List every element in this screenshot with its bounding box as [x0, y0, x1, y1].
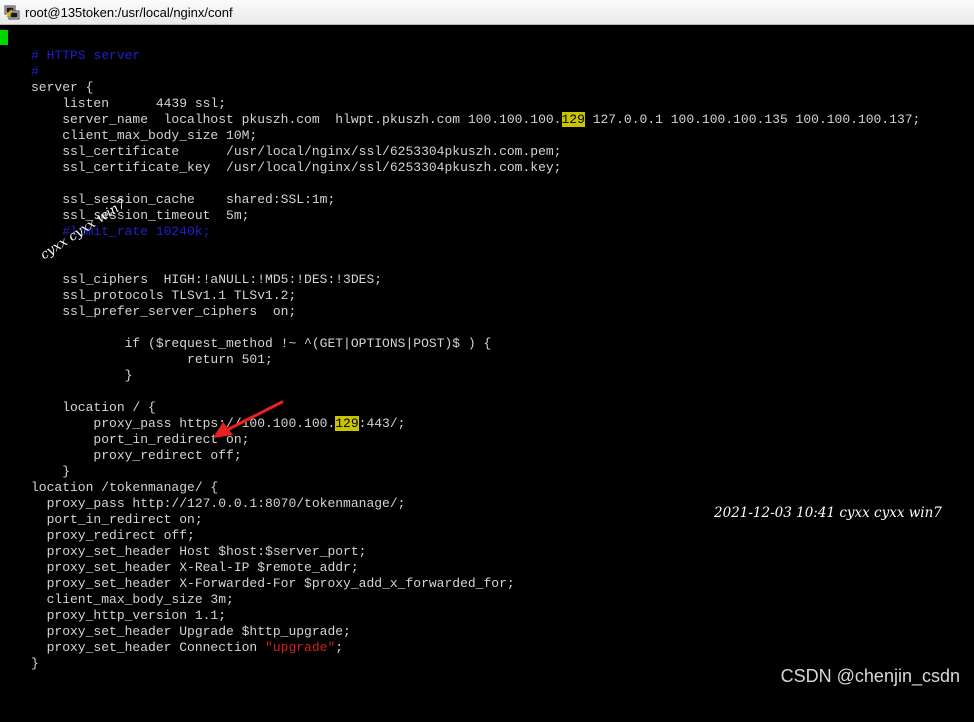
code-segment: server_name localhost pkuszh.com hlwpt.p…	[31, 112, 562, 127]
code-segment: ;	[335, 640, 344, 655]
code-line: location /tokenmanage/ {	[31, 480, 219, 495]
annotation-arrow-icon	[213, 400, 284, 438]
code-line: port_in_redirect on;	[31, 512, 203, 527]
code-line: # HTTPS server	[31, 48, 141, 63]
code-segment: proxy_pass https://100.100.100.	[31, 416, 336, 431]
title-bar[interactable]: root@135token:/usr/local/nginx/conf	[0, 0, 974, 25]
code-line: client_max_body_size 3m;	[31, 592, 234, 607]
code-line: }	[31, 464, 71, 479]
code-line: client_max_body_size 10M;	[31, 128, 258, 143]
terminal-window: root@135token:/usr/local/nginx/conf # HT…	[0, 0, 974, 722]
code-line: if ($request_method !~ ^(GET|OPTIONS|POS…	[31, 336, 492, 351]
code-line: proxy_set_header X-Forwarded-For $proxy_…	[31, 576, 515, 591]
code-line: server {	[31, 80, 94, 95]
code-line: proxy_redirect off;	[31, 448, 242, 463]
code-line: ssl_session_timeout 5m;	[31, 208, 250, 223]
text-cursor	[0, 30, 8, 45]
code-line: }	[31, 368, 133, 383]
code-line: }	[31, 656, 39, 671]
code-line: ssl_certificate /usr/local/nginx/ssl/625…	[31, 144, 562, 159]
string-literal: "upgrade"	[265, 640, 336, 655]
window-title: root@135token:/usr/local/nginx/conf	[25, 4, 233, 20]
code-line: ssl_protocols TLSv1.1 TLSv1.2;	[31, 288, 297, 303]
code-segment: :443/;	[358, 416, 406, 431]
code-segment: 127.0.0.1 100.100.100.135 100.100.100.13…	[584, 112, 921, 127]
code-line: ssl_prefer_server_ciphers on;	[31, 304, 297, 319]
terminal-area[interactable]: # HTTPS server # server { listen 4439 ss…	[0, 25, 974, 722]
code-segment: proxy_set_header Connection	[31, 640, 266, 655]
code-line: proxy_http_version 1.1;	[31, 608, 227, 623]
csdn-watermark: CSDN @chenjin_csdn	[780, 666, 960, 686]
code-line: ssl_session_cache shared:SSL:1m;	[31, 192, 336, 207]
code-line: return 501;	[31, 352, 273, 367]
code-line: ssl_certificate_key /usr/local/nginx/ssl…	[31, 160, 562, 175]
code-line: proxy_set_header Connection "upgrade";	[31, 640, 343, 656]
code-line: #	[31, 64, 39, 79]
highlighted-ip-octet: 129	[561, 112, 585, 127]
code-line: listen 4439 ssl;	[31, 96, 227, 111]
timestamp-watermark: 2021-12-03 10:41 cyxx cyxx win7	[714, 505, 942, 521]
code-line: proxy_set_header X-Real-IP $remote_addr;	[31, 560, 359, 575]
code-line: server_name localhost pkuszh.com hlwpt.p…	[31, 112, 920, 128]
code-line: proxy_redirect off;	[31, 528, 195, 543]
code-line: location / {	[31, 400, 156, 415]
code-line: proxy_pass http://127.0.0.1:8070/tokenma…	[31, 496, 406, 511]
putty-terminal-icon[interactable]	[4, 4, 20, 20]
code-line: ssl_ciphers HIGH:!aNULL:!MD5:!DES:!3DES;	[31, 272, 383, 287]
highlighted-ip-octet: 129	[335, 416, 359, 431]
code-line: proxy_set_header Host $host:$server_port…	[31, 544, 367, 559]
code-line: proxy_set_header Upgrade $http_upgrade;	[31, 624, 351, 639]
